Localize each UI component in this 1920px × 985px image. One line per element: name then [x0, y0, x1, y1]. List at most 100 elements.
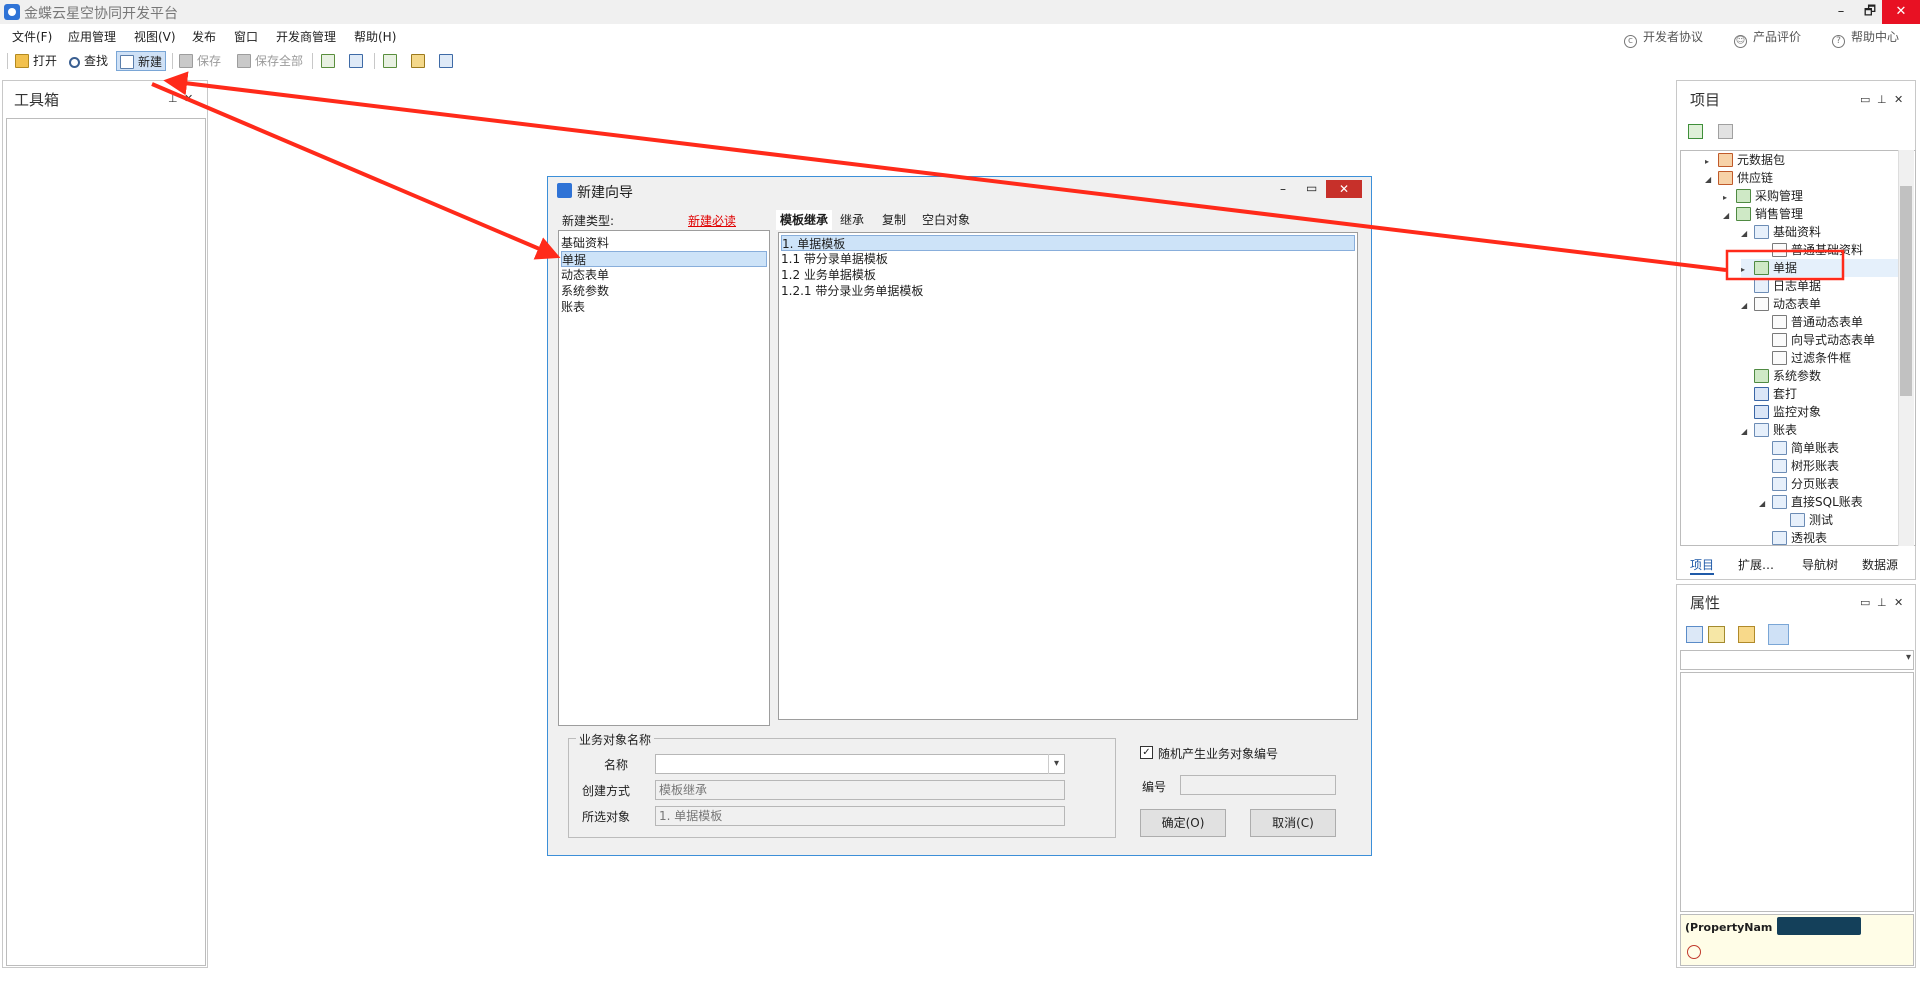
chevron-down-icon[interactable]: ▾: [1048, 754, 1064, 774]
menu-view[interactable]: 视图(V): [134, 28, 176, 45]
toolbar-tool-button-3[interactable]: [380, 51, 404, 71]
tree-node-wizard-dynamic-form[interactable]: 向导式动态表单: [1759, 331, 1875, 349]
tab-project[interactable]: 项目: [1690, 556, 1715, 575]
type-item-dynamic-form[interactable]: 动态表单: [561, 267, 609, 283]
building-icon[interactable]: [1718, 124, 1733, 139]
type-item-bill[interactable]: 单据: [561, 251, 767, 267]
help-question-icon[interactable]: [1687, 945, 1701, 959]
cancel-button[interactable]: 取消(C): [1250, 809, 1336, 837]
tree-node-sales[interactable]: ◢ 销售管理: [1723, 205, 1803, 223]
close-icon[interactable]: ✕: [184, 92, 193, 105]
type-item-report[interactable]: 账表: [561, 299, 585, 315]
open-button[interactable]: 打开: [12, 51, 60, 71]
close-icon[interactable]: ✕: [1894, 596, 1903, 609]
tree-node-normal-basedata[interactable]: 普通基础资料: [1759, 241, 1863, 259]
save-all-button[interactable]: 保存全部: [234, 51, 306, 71]
find-button[interactable]: 查找: [66, 51, 111, 71]
dialog-maximize-button[interactable]: ▭: [1306, 181, 1317, 195]
events-icon[interactable]: [1768, 624, 1789, 645]
expander-icon[interactable]: ◢: [1741, 225, 1751, 243]
save-all-icon: [237, 54, 251, 68]
tab-blank-object[interactable]: 空白对象: [918, 210, 974, 230]
property-grid[interactable]: [1680, 672, 1914, 912]
maximize-icon[interactable]: ▭: [1860, 93, 1870, 106]
tree-node-monitor-object[interactable]: 监控对象: [1741, 403, 1821, 421]
template-item[interactable]: 1.1 带分录单据模板: [781, 251, 888, 267]
tree-node-dynamic-form[interactable]: ◢ 动态表单: [1741, 295, 1821, 313]
expander-icon[interactable]: ◢: [1705, 171, 1715, 189]
tab-inherit[interactable]: 继承: [836, 210, 868, 230]
help-center-label: 帮助中心: [1851, 30, 1900, 44]
template-item[interactable]: 1.2 业务单据模板: [781, 267, 876, 283]
toolbar-tool-button-2[interactable]: [346, 51, 370, 71]
type-item-basedata[interactable]: 基础资料: [561, 235, 609, 251]
menu-help[interactable]: 帮助(H): [354, 28, 396, 45]
expander-icon[interactable]: ◢: [1741, 423, 1751, 441]
menu-publish[interactable]: 发布: [192, 28, 216, 45]
dialog-minimize-button[interactable]: –: [1280, 182, 1286, 196]
template-item[interactable]: 1.2.1 带分录业务单据模板: [781, 283, 923, 299]
help-center-link[interactable]: ? 帮助中心: [1832, 28, 1899, 48]
dialog-close-button[interactable]: ✕: [1326, 180, 1362, 198]
tree-node-system-parameter[interactable]: 系统参数: [1741, 367, 1821, 385]
tree-node-metadata-package[interactable]: ▸ 元数据包: [1705, 151, 1785, 169]
categorized-icon[interactable]: [1686, 626, 1703, 643]
tab-navigation-tree[interactable]: 导航树: [1802, 556, 1838, 573]
tree-node-simple-report[interactable]: 简单账表: [1759, 439, 1839, 457]
tree-node-bill[interactable]: ▸ 单据: [1741, 259, 1913, 277]
preview-form-icon: [349, 54, 363, 68]
tree-node-label: 普通动态表单: [1791, 315, 1864, 329]
refresh-icon[interactable]: [1688, 124, 1703, 139]
toolbar-tool-button-5[interactable]: [436, 51, 460, 71]
save-button[interactable]: 保存: [176, 51, 224, 71]
object-selector[interactable]: ▾: [1680, 650, 1914, 670]
new-button[interactable]: 新建: [116, 51, 167, 71]
sort-alpha-icon[interactable]: [1708, 626, 1725, 643]
type-item-system-parameter[interactable]: 系统参数: [561, 283, 609, 299]
template-list[interactable]: 1. 单据模板 1.1 带分录单据模板 1.2 业务单据模板 1.2.1 带分录…: [778, 232, 1358, 720]
random-number-checkbox[interactable]: ✓: [1140, 746, 1153, 759]
tree-node-supply-chain[interactable]: ◢ 供应链: [1705, 169, 1773, 187]
tab-data-source[interactable]: 数据源: [1862, 556, 1898, 573]
close-icon[interactable]: ✕: [1894, 93, 1903, 106]
tree-node-normal-dynamic-form[interactable]: 普通动态表单: [1759, 313, 1863, 331]
tree-node-print[interactable]: 套打: [1741, 385, 1797, 403]
tree-node-test[interactable]: 测试: [1777, 511, 1833, 529]
pin-icon[interactable]: ⊥: [168, 92, 178, 105]
tree-node-report[interactable]: ◢ 账表: [1741, 421, 1797, 439]
expander-icon[interactable]: ◢: [1759, 495, 1769, 513]
toolbar-tool-button-4[interactable]: [408, 51, 432, 71]
tab-copy[interactable]: 复制: [878, 210, 910, 230]
close-window-button[interactable]: ✕: [1882, 0, 1920, 24]
tree-node-sql-report[interactable]: ◢ 直接SQL账表: [1759, 493, 1863, 511]
pin-icon[interactable]: ⊥: [1877, 93, 1887, 106]
menu-app-management[interactable]: 应用管理: [68, 28, 116, 45]
menu-file[interactable]: 文件(F): [12, 28, 52, 45]
menu-developer-management[interactable]: 开发商管理: [276, 28, 336, 45]
tree-scrollbar-thumb[interactable]: [1900, 186, 1912, 396]
type-list[interactable]: 基础资料 单据 动态表单 系统参数 账表: [558, 230, 770, 726]
tree-node-pivot-table[interactable]: 透视表: [1759, 529, 1827, 545]
tab-extension[interactable]: 扩展…: [1738, 556, 1774, 573]
tree-node-basedata[interactable]: ◢ 基础资料: [1741, 223, 1821, 241]
developer-agreement-link[interactable]: c 开发者协议: [1624, 28, 1703, 48]
must-read-link[interactable]: 新建必读: [688, 212, 736, 229]
tree-node-purchase[interactable]: ▸ 采购管理: [1723, 187, 1803, 205]
tree-node-log-bill[interactable]: 日志单据: [1741, 277, 1821, 295]
tree-node-tree-report[interactable]: 树形账表: [1759, 457, 1839, 475]
ok-button[interactable]: 确定(O): [1140, 809, 1226, 837]
template-item[interactable]: 1. 单据模板: [781, 235, 1355, 251]
expander-icon[interactable]: ◢: [1741, 297, 1751, 315]
tab-template-inherit[interactable]: 模板继承: [776, 210, 833, 230]
tree-node-filter-box[interactable]: 过滤条件框: [1759, 349, 1851, 367]
menu-window[interactable]: 窗口: [234, 28, 258, 45]
name-combobox[interactable]: [655, 754, 1065, 774]
expander-icon[interactable]: ◢: [1723, 207, 1733, 225]
product-review-link[interactable]: ☺ 产品评价: [1734, 28, 1801, 48]
tree-node-paged-report[interactable]: 分页账表: [1759, 475, 1839, 493]
pin-icon[interactable]: ⊥: [1877, 596, 1887, 609]
property-pages-icon[interactable]: [1738, 626, 1755, 643]
toolbar-tool-button-1[interactable]: [318, 51, 342, 71]
publish-icon: [383, 54, 397, 68]
maximize-icon[interactable]: ▭: [1860, 596, 1870, 609]
